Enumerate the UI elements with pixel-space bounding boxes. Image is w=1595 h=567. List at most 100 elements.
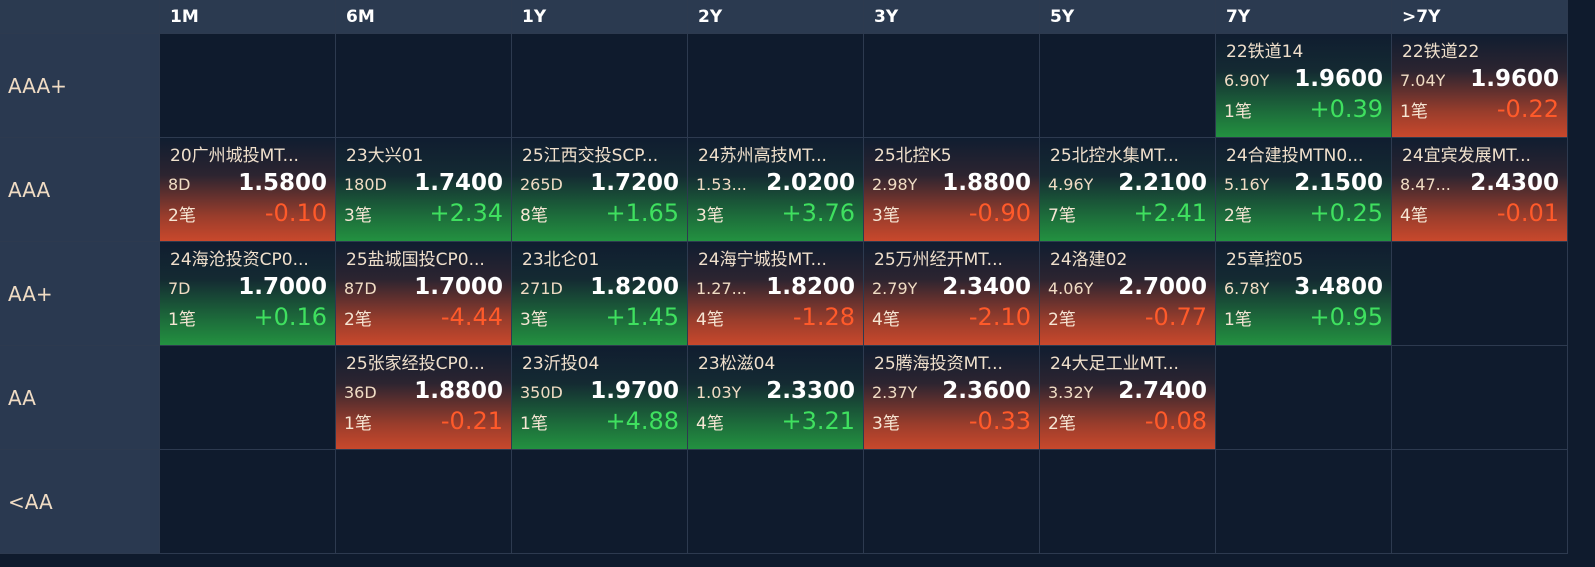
bond-name: 23北仑01 <box>522 250 600 270</box>
grid-cell[interactable]: 24海沧投资CP0... 7D 1.7000 1笔 +0.16 <box>160 242 336 346</box>
grid-cell[interactable]: 23大兴01 180D 1.7400 3笔 +2.34 <box>336 138 512 242</box>
bond-name: 24合建投MTN0... <box>1226 146 1364 166</box>
bond-card[interactable]: 25腾海投资MT... 2.37Y 2.3600 3笔 -0.33 <box>864 346 1039 449</box>
bond-stats-row: 8笔 +1.65 <box>520 198 679 228</box>
row-header-aaa: AAA <box>0 138 160 242</box>
trade-count: 4笔 <box>696 310 724 330</box>
bond-card[interactable]: 24合建投MTN0... 5.16Y 2.1500 2笔 +0.25 <box>1216 138 1391 241</box>
bond-tenor: 2.37Y <box>872 383 918 402</box>
bond-card[interactable]: 24大足工业MT... 3.32Y 2.7400 2笔 -0.08 <box>1040 346 1215 449</box>
bond-card[interactable]: 24宜宾发展MT... 8.47... 2.4300 4笔 -0.01 <box>1392 138 1567 241</box>
grid-cell[interactable]: 24苏州高技MT... 1.53... 2.0200 3笔 +3.76 <box>688 138 864 242</box>
yield-change: +2.41 <box>1133 199 1207 227</box>
grid-cell[interactable]: 25张家经投CP0... 36D 1.8800 1笔 -0.21 <box>336 346 512 450</box>
bond-tenor: 1.53... <box>696 175 747 194</box>
bond-tenor: 265D <box>520 175 563 194</box>
grid-cell[interactable]: 25江西交投SCP... 265D 1.7200 8笔 +1.65 <box>512 138 688 242</box>
grid-cell[interactable]: 24洛建02 4.06Y 2.7000 2笔 -0.77 <box>1040 242 1216 346</box>
grid-cell <box>1392 450 1568 554</box>
bond-card[interactable]: 23沂投04 350D 1.9700 1笔 +4.88 <box>512 346 687 449</box>
bond-name: 24海宁城投MT... <box>698 250 827 270</box>
bond-quote-row: 87D 1.7000 <box>344 272 503 302</box>
bond-stats-row: 2笔 -0.77 <box>1048 302 1207 332</box>
bond-card[interactable]: 25北控水集MT... 4.96Y 2.2100 7笔 +2.41 <box>1040 138 1215 241</box>
trade-count: 3笔 <box>520 310 548 330</box>
grid-cell[interactable]: 25北控K5 2.98Y 1.8800 3笔 -0.90 <box>864 138 1040 242</box>
grid-cell[interactable]: 20广州城投MT... 8D 1.5800 2笔 -0.10 <box>160 138 336 242</box>
bond-quote-row: 36D 1.8800 <box>344 376 503 406</box>
grid-cell[interactable]: 25腾海投资MT... 2.37Y 2.3600 3笔 -0.33 <box>864 346 1040 450</box>
bond-card[interactable]: 24海沧投资CP0... 7D 1.7000 1笔 +0.16 <box>160 242 335 345</box>
bond-yield: 3.4800 <box>1294 274 1383 300</box>
grid-cell[interactable]: 25盐城国投CP0... 87D 1.7000 2笔 -4.44 <box>336 242 512 346</box>
grid-cell[interactable]: 25章控05 6.78Y 3.4800 1笔 +0.95 <box>1216 242 1392 346</box>
bond-yield: 1.5800 <box>238 170 327 196</box>
column-header-7y[interactable]: 7Y <box>1216 0 1392 34</box>
grid-cell[interactable]: 25万州经开MT... 2.79Y 2.3400 4笔 -2.10 <box>864 242 1040 346</box>
bond-card[interactable]: 25盐城国投CP0... 87D 1.7000 2笔 -4.44 <box>336 242 511 345</box>
yield-change: +1.45 <box>605 303 679 331</box>
bond-card[interactable]: 23大兴01 180D 1.7400 3笔 +2.34 <box>336 138 511 241</box>
bond-tenor: 4.96Y <box>1048 175 1094 194</box>
trade-count: 2笔 <box>344 310 372 330</box>
bond-card[interactable]: 25章控05 6.78Y 3.4800 1笔 +0.95 <box>1216 242 1391 345</box>
bond-card[interactable]: 22铁道14 6.90Y 1.9600 1笔 +0.39 <box>1216 34 1391 137</box>
bond-yield: 1.8800 <box>942 170 1031 196</box>
bond-card[interactable]: 25张家经投CP0... 36D 1.8800 1笔 -0.21 <box>336 346 511 449</box>
bond-tenor: 5.16Y <box>1224 175 1270 194</box>
bond-card[interactable]: 22铁道22 7.04Y 1.9600 1笔 -0.22 <box>1392 34 1567 137</box>
trade-count: 1笔 <box>344 414 372 434</box>
grid-cell[interactable]: 24大足工业MT... 3.32Y 2.7400 2笔 -0.08 <box>1040 346 1216 450</box>
bond-tenor: 8D <box>168 175 191 194</box>
bond-card[interactable]: 25万州经开MT... 2.79Y 2.3400 4笔 -2.10 <box>864 242 1039 345</box>
trade-count: 2笔 <box>1224 206 1252 226</box>
bond-name: 23沂投04 <box>522 354 600 374</box>
trade-count: 3笔 <box>872 414 900 434</box>
column-header-5y[interactable]: 5Y <box>1040 0 1216 34</box>
bond-tenor: 8.47... <box>1400 175 1451 194</box>
bond-stats-row: 4笔 -0.01 <box>1400 198 1559 228</box>
grid-cell[interactable]: 22铁道22 7.04Y 1.9600 1笔 -0.22 <box>1392 34 1568 138</box>
column-header-2y[interactable]: 2Y <box>688 0 864 34</box>
grid-cell[interactable]: 24合建投MTN0... 5.16Y 2.1500 2笔 +0.25 <box>1216 138 1392 242</box>
column-header-1m[interactable]: 1M <box>160 0 336 34</box>
grid-cell[interactable]: 25北控水集MT... 4.96Y 2.2100 7笔 +2.41 <box>1040 138 1216 242</box>
grid-cell[interactable]: 23松滋04 1.03Y 2.3300 4笔 +3.21 <box>688 346 864 450</box>
yield-change: +0.95 <box>1309 303 1383 331</box>
grid-cell[interactable]: 23北仑01 271D 1.8200 3笔 +1.45 <box>512 242 688 346</box>
bond-yield: 1.9600 <box>1470 66 1559 92</box>
bond-tenor: 2.79Y <box>872 279 918 298</box>
bond-card[interactable]: 23北仑01 271D 1.8200 3笔 +1.45 <box>512 242 687 345</box>
trade-count: 1笔 <box>1224 310 1252 330</box>
trade-count: 4笔 <box>696 414 724 434</box>
bond-yield: 2.1500 <box>1294 170 1383 196</box>
grid-cell[interactable]: 24海宁城投MT... 1.27... 1.8200 4笔 -1.28 <box>688 242 864 346</box>
bond-card[interactable]: 20广州城投MT... 8D 1.5800 2笔 -0.10 <box>160 138 335 241</box>
bond-tenor: 87D <box>344 279 377 298</box>
bond-card[interactable]: 25江西交投SCP... 265D 1.7200 8笔 +1.65 <box>512 138 687 241</box>
trade-count: 2笔 <box>1048 310 1076 330</box>
column-header-6m[interactable]: 6M <box>336 0 512 34</box>
bond-tenor: 350D <box>520 383 563 402</box>
grid-cell[interactable]: 24宜宾发展MT... 8.47... 2.4300 4笔 -0.01 <box>1392 138 1568 242</box>
yield-change: +0.16 <box>253 303 327 331</box>
bond-stats-row: 3笔 -0.90 <box>872 198 1031 228</box>
grid-cell <box>864 450 1040 554</box>
grid-cell[interactable]: 23沂投04 350D 1.9700 1笔 +4.88 <box>512 346 688 450</box>
bond-card[interactable]: 24海宁城投MT... 1.27... 1.8200 4笔 -1.28 <box>688 242 863 345</box>
bond-quote-row: 8.47... 2.4300 <box>1400 168 1559 198</box>
bond-card[interactable]: 23松滋04 1.03Y 2.3300 4笔 +3.21 <box>688 346 863 449</box>
column-header-1y[interactable]: 1Y <box>512 0 688 34</box>
grid-cell <box>160 346 336 450</box>
bond-yield: 1.9700 <box>590 378 679 404</box>
bond-card[interactable]: 24苏州高技MT... 1.53... 2.0200 3笔 +3.76 <box>688 138 863 241</box>
column-header-gt7y[interactable]: >7Y <box>1392 0 1568 34</box>
yield-change: -1.28 <box>792 303 855 331</box>
bond-tenor: 7D <box>168 279 191 298</box>
bond-card[interactable]: 25北控K5 2.98Y 1.8800 3笔 -0.90 <box>864 138 1039 241</box>
column-header-3y[interactable]: 3Y <box>864 0 1040 34</box>
bond-yield: 2.3600 <box>942 378 1031 404</box>
bond-name: 25北控K5 <box>874 146 952 166</box>
grid-cell[interactable]: 22铁道14 6.90Y 1.9600 1笔 +0.39 <box>1216 34 1392 138</box>
bond-card[interactable]: 24洛建02 4.06Y 2.7000 2笔 -0.77 <box>1040 242 1215 345</box>
